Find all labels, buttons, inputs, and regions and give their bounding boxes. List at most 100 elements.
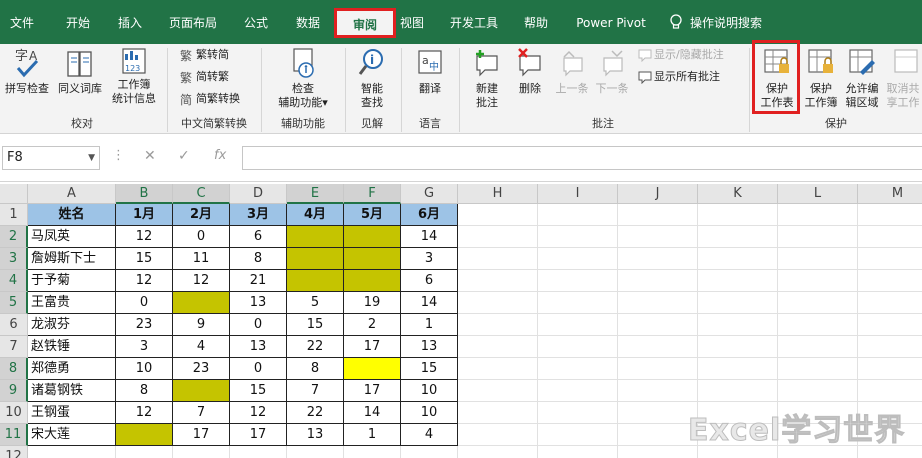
name-cell[interactable]: 王富贵 [28,292,116,314]
value-cell[interactable]: 7 [287,380,344,402]
empty-cell[interactable] [538,358,618,380]
value-cell[interactable]: 22 [287,336,344,358]
empty-cell[interactable] [858,226,922,248]
empty-cell[interactable] [538,292,618,314]
table-header-cell[interactable]: 1月 [116,204,173,226]
column-header-i[interactable]: I [538,184,618,204]
value-cell[interactable]: 0 [230,358,287,380]
row-header-10[interactable]: 10 [0,402,28,424]
empty-cell[interactable] [538,314,618,336]
empty-cell[interactable] [538,380,618,402]
name-cell[interactable]: 于予菊 [28,270,116,292]
empty-cell[interactable] [778,270,858,292]
new-comment-button[interactable]: 新建 批注 [464,46,510,110]
name-cell[interactable]: 赵铁锤 [28,336,116,358]
value-cell[interactable]: 12 [116,226,173,248]
row-header-12[interactable]: 12 [0,446,28,458]
column-header-j[interactable]: J [618,184,698,204]
value-cell[interactable]: 10 [401,380,458,402]
tab-insert[interactable]: 插入 [110,10,150,36]
column-header-k[interactable]: K [698,184,778,204]
value-cell[interactable]: 13 [230,292,287,314]
empty-cell[interactable] [458,248,538,270]
value-cell[interactable]: 3 [116,336,173,358]
empty-cell[interactable] [618,336,698,358]
empty-cell[interactable] [858,336,922,358]
value-cell[interactable] [116,424,173,446]
row-header-9[interactable]: 9 [0,380,28,402]
value-cell[interactable]: 19 [344,292,401,314]
name-box[interactable]: F8 ▼ [2,146,100,170]
empty-cell[interactable] [858,204,922,226]
empty-cell[interactable] [858,380,922,402]
workbook-statistics-button[interactable]: 123 工作簿 统计信息 [108,46,160,106]
empty-cell[interactable] [618,204,698,226]
tab-formulas[interactable]: 公式 [236,10,276,36]
name-cell[interactable]: 郑德勇 [28,358,116,380]
value-cell[interactable]: 0 [116,292,173,314]
value-cell[interactable]: 0 [230,314,287,336]
to-traditional-button[interactable]: 繁简转繁 [180,68,229,86]
empty-cell[interactable] [538,424,618,446]
tab-view[interactable]: 视图 [392,10,432,36]
value-cell[interactable] [287,270,344,292]
table-header-cell[interactable]: 5月 [344,204,401,226]
check-accessibility-button[interactable]: 检查 辅助功能▾ [266,46,340,110]
empty-cell[interactable] [698,226,778,248]
empty-cell[interactable] [458,314,538,336]
smart-lookup-button[interactable]: i 智能 查找 [350,46,394,110]
empty-cell[interactable] [173,446,230,458]
show-all-comments-button[interactable]: 显示所有批注 [638,68,720,86]
name-cell[interactable]: 龙淑芬 [28,314,116,336]
protect-workbook-button[interactable]: 保护 工作簿 [800,46,842,110]
column-header-e[interactable]: E [287,184,344,204]
name-cell[interactable]: 王钢蛋 [28,402,116,424]
value-cell[interactable]: 11 [173,248,230,270]
empty-cell[interactable] [538,226,618,248]
value-cell[interactable]: 10 [401,402,458,424]
empty-cell[interactable] [458,292,538,314]
empty-cell[interactable] [778,358,858,380]
row-header-6[interactable]: 6 [0,314,28,336]
empty-cell[interactable] [618,380,698,402]
empty-cell[interactable] [698,358,778,380]
table-header-cell[interactable]: 2月 [173,204,230,226]
empty-cell[interactable] [778,204,858,226]
value-cell[interactable]: 8 [116,380,173,402]
empty-cell[interactable] [698,204,778,226]
table-header-cell[interactable]: 3月 [230,204,287,226]
empty-cell[interactable] [287,446,344,458]
value-cell[interactable] [344,358,401,380]
row-header-5[interactable]: 5 [0,292,28,314]
value-cell[interactable] [173,380,230,402]
value-cell[interactable]: 14 [401,292,458,314]
value-cell[interactable]: 17 [344,336,401,358]
enter-icon[interactable]: ✓ [178,148,190,164]
value-cell[interactable]: 4 [401,424,458,446]
empty-cell[interactable] [618,424,698,446]
row-header-4[interactable]: 4 [0,270,28,292]
value-cell[interactable] [173,292,230,314]
name-cell[interactable]: 宋大莲 [28,424,116,446]
value-cell[interactable] [287,226,344,248]
to-simplified-button[interactable]: 繁繁转简 [180,46,229,64]
value-cell[interactable]: 21 [230,270,287,292]
translate-button[interactable]: a 中 翻译 [406,46,454,96]
empty-cell[interactable] [458,402,538,424]
empty-cell[interactable] [116,446,173,458]
empty-cell[interactable] [618,314,698,336]
empty-cell[interactable] [458,270,538,292]
value-cell[interactable]: 10 [116,358,173,380]
value-cell[interactable]: 8 [287,358,344,380]
value-cell[interactable]: 17 [344,380,401,402]
empty-cell[interactable] [401,446,458,458]
show-hide-comment-button[interactable]: 显示/隐藏批注 [638,46,724,64]
column-header-f[interactable]: F [344,184,401,204]
value-cell[interactable]: 15 [230,380,287,402]
empty-cell[interactable] [778,248,858,270]
allow-edit-ranges-button[interactable]: 允许编 辑区域 [842,46,882,110]
tab-review[interactable]: 审阅 [334,8,396,38]
empty-cell[interactable] [458,204,538,226]
empty-cell[interactable] [458,226,538,248]
empty-cell[interactable] [618,358,698,380]
